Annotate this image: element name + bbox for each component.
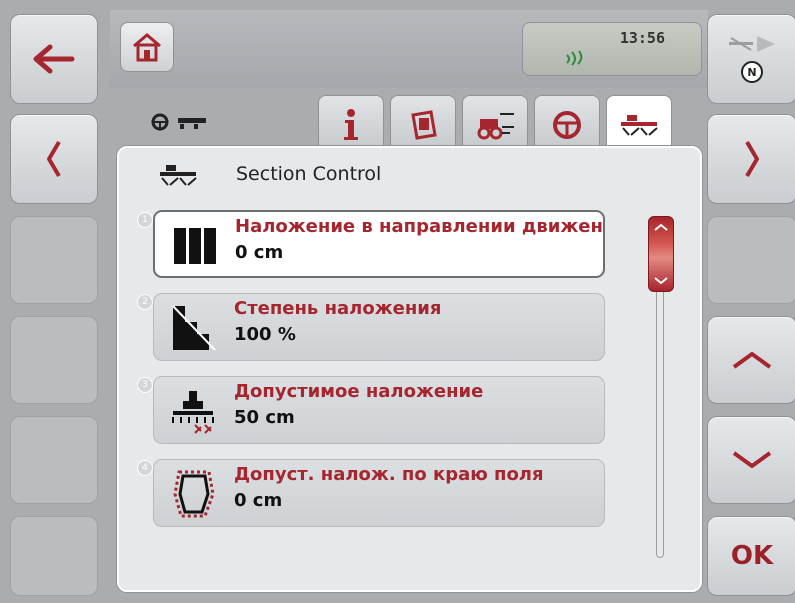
steering-tractor-breadcrumb-icon xyxy=(151,113,206,131)
steering-wheel-icon xyxy=(553,110,581,139)
item-number: 2 xyxy=(137,294,153,310)
item-value: 100 % xyxy=(234,324,296,345)
page-title: Section Control xyxy=(236,163,382,185)
item-label: Степень наложения xyxy=(234,298,442,319)
empty-softkey-left-5 xyxy=(10,416,98,504)
scroll-down-arrow-icon xyxy=(654,277,668,285)
breadcrumb xyxy=(150,112,212,136)
tab-machine-settings[interactable] xyxy=(462,95,528,153)
empty-softkey-left-6 xyxy=(10,516,98,596)
section-control-mode-button[interactable]: N xyxy=(707,14,795,104)
list-item-overlap-tolerance[interactable]: Допустимое наложение 50 cm xyxy=(153,376,605,444)
tab-info[interactable] xyxy=(318,95,384,153)
section-control-title-icon xyxy=(160,165,197,186)
tab-terminal[interactable] xyxy=(390,95,456,153)
item-label: Допустимое наложение xyxy=(234,381,484,402)
previous-tab-button[interactable] xyxy=(10,114,98,204)
item-label: Наложение в направлении движения xyxy=(235,216,605,237)
chevron-up-icon xyxy=(732,352,772,369)
section-control-icon xyxy=(621,115,658,136)
item-value: 0 cm xyxy=(234,490,283,511)
empty-softkey-left-3 xyxy=(10,216,98,304)
scroll-up-button[interactable] xyxy=(707,316,795,404)
item-value: 50 cm xyxy=(234,407,295,428)
ok-button-label: OK xyxy=(730,541,774,571)
scroll-up-arrow-icon xyxy=(654,223,668,231)
svg-text:N: N xyxy=(747,66,756,79)
item-number: 1 xyxy=(137,212,153,228)
home-button[interactable] xyxy=(120,22,174,72)
clock-text: 13:56 xyxy=(619,29,665,47)
back-button[interactable] xyxy=(10,14,98,104)
terminal-icon xyxy=(411,109,437,140)
section-control-status-icon xyxy=(729,36,775,52)
item-value: 0 cm xyxy=(235,242,284,263)
item-number: 4 xyxy=(137,460,153,476)
list-item-overlap-degree[interactable]: Степень наложения 100 % xyxy=(153,293,605,361)
list-item-overlap-direction[interactable]: Наложение в направлении движения 0 cm xyxy=(153,210,605,278)
chevron-left-icon xyxy=(47,140,61,178)
field-border-tolerance-icon xyxy=(173,470,215,518)
chevron-down-icon xyxy=(732,451,772,468)
status-display: 13:56 xyxy=(522,22,702,76)
machine-settings-icon xyxy=(477,112,514,139)
item-number: 3 xyxy=(137,377,153,393)
ok-button[interactable]: OK xyxy=(707,516,795,596)
empty-softkey-left-4 xyxy=(10,316,98,404)
home-icon xyxy=(133,33,161,62)
overlap-tolerance-icon xyxy=(172,391,214,434)
north-compass-icon: N xyxy=(741,61,763,83)
tab-steering[interactable] xyxy=(534,95,600,153)
overlap-degree-icon xyxy=(172,305,216,351)
chevron-right-icon xyxy=(745,140,759,178)
next-tab-button[interactable] xyxy=(707,114,795,204)
item-label: Допуст. налож. по краю поля xyxy=(234,464,544,485)
list-item-field-border-tolerance[interactable]: Допуст. налож. по краю поля 0 cm xyxy=(153,459,605,527)
arrow-left-icon xyxy=(33,44,75,74)
scroll-down-button[interactable] xyxy=(707,416,795,504)
overlap-direction-icon xyxy=(174,228,216,264)
info-icon xyxy=(344,108,358,140)
empty-softkey-right-3 xyxy=(707,216,795,304)
scrollbar-thumb[interactable] xyxy=(648,216,674,292)
gps-signal-icon xyxy=(566,50,583,66)
